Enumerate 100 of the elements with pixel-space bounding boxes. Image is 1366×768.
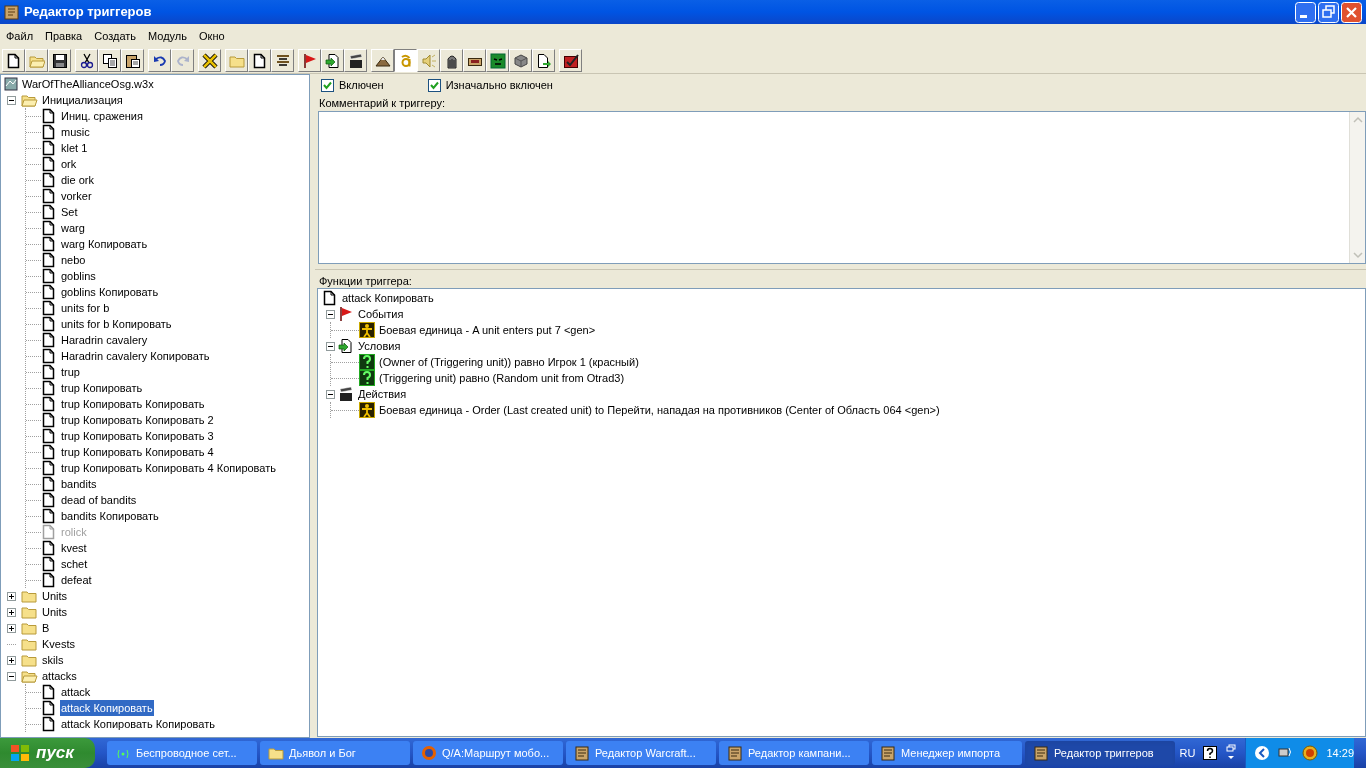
- trigger-label[interactable]: trup Копировать Копировать 2: [60, 411, 215, 429]
- monster-face-button[interactable]: [486, 49, 509, 72]
- checkbox[interactable]: [427, 78, 441, 92]
- menu-item[interactable]: Модуль: [142, 27, 194, 45]
- trigger-label[interactable]: kvest: [60, 539, 88, 557]
- checkbox-label[interactable]: Изначально включен: [445, 76, 553, 94]
- letter-a-button[interactable]: [394, 49, 417, 72]
- expand-icon[interactable]: [6, 623, 16, 633]
- help-icon[interactable]: [1203, 746, 1218, 760]
- restore-windows-icon[interactable]: [1225, 744, 1238, 762]
- taskbar-button[interactable]: Редактор Warcraft...: [566, 741, 716, 765]
- trigger-label[interactable]: nebo: [60, 251, 87, 269]
- x-button[interactable]: [198, 49, 221, 72]
- armor-button[interactable]: [440, 49, 463, 72]
- expand-icon[interactable]: [6, 591, 16, 601]
- paste-button[interactable]: [121, 49, 144, 72]
- undo-button[interactable]: [148, 49, 171, 72]
- chest-button[interactable]: [463, 49, 486, 72]
- mountain-button[interactable]: [371, 49, 394, 72]
- document-button[interactable]: [248, 49, 271, 72]
- folder-label[interactable]: Инициализация: [41, 91, 124, 109]
- taskbar-button[interactable]: Q/A:Маршрут мобо...: [413, 741, 563, 765]
- section-label[interactable]: Действия: [358, 385, 407, 403]
- flag-button[interactable]: [298, 49, 321, 72]
- trigger-label[interactable]: goblins: [60, 267, 97, 285]
- trigger-label[interactable]: trup Копировать Копировать 3: [60, 427, 215, 445]
- trigger-label[interactable]: attack: [60, 683, 92, 701]
- checkbox-label[interactable]: Включен: [339, 76, 384, 94]
- trigger-label[interactable]: defeat: [60, 571, 93, 589]
- minimize-button[interactable]: [1295, 1, 1316, 23]
- trigger-label[interactable]: schet: [60, 555, 89, 573]
- folder-label[interactable]: Units: [41, 603, 69, 621]
- trigger-label[interactable]: music: [60, 123, 91, 141]
- trigger-label[interactable]: attack Копировать Копировать: [60, 715, 216, 733]
- trigger-label[interactable]: Haradrin cavalery: [60, 331, 149, 349]
- cube-button[interactable]: [509, 49, 532, 72]
- function-item[interactable]: Боевая единица - Order (Last created unit) to Перейти, нападая на противников (Center of Область 064 <gen>): [379, 401, 940, 419]
- start-button[interactable]: пуск: [0, 738, 95, 768]
- trigger-label[interactable]: attack Копировать: [60, 699, 154, 717]
- restore-button[interactable]: [1318, 1, 1339, 23]
- folder-label[interactable]: skils: [41, 651, 65, 669]
- folder-button[interactable]: [225, 49, 248, 72]
- scrollbar[interactable]: [1349, 112, 1365, 263]
- trigger-label[interactable]: trup: [60, 363, 81, 381]
- trigger-label[interactable]: trup Копировать Копировать 4 Копировать: [60, 459, 277, 477]
- function-title[interactable]: attack Копировать: [342, 289, 434, 307]
- text-lines-button[interactable]: [271, 49, 294, 72]
- trigger-label[interactable]: Set: [60, 203, 79, 221]
- collapse-icon[interactable]: [6, 671, 16, 681]
- taskbar-button[interactable]: Менеджер импорта: [872, 741, 1022, 765]
- expand-icon[interactable]: [6, 655, 16, 665]
- section-label[interactable]: События: [358, 305, 404, 323]
- taskbar-button[interactable]: Редактор кампани...: [719, 741, 869, 765]
- trigger-label[interactable]: klet 1: [60, 139, 89, 157]
- verify-button[interactable]: [559, 49, 582, 72]
- collapse-icon[interactable]: [325, 341, 335, 351]
- trigger-label[interactable]: dead of bandits: [60, 491, 138, 509]
- trigger-label[interactable]: goblins Копировать: [60, 283, 160, 301]
- taskbar-button[interactable]: Редактор триггеров: [1025, 741, 1175, 765]
- chevron-left-icon[interactable]: [1254, 745, 1271, 761]
- taskbar-button[interactable]: Дьявол и Бог: [260, 741, 410, 765]
- import-button[interactable]: [532, 49, 555, 72]
- clapperboard-button[interactable]: [344, 49, 367, 72]
- checkbox[interactable]: [321, 78, 334, 92]
- folder-label[interactable]: attacks: [41, 667, 78, 685]
- trigger-label[interactable]: trup Копировать: [60, 379, 144, 397]
- section-label[interactable]: Условия: [358, 337, 401, 355]
- trigger-label[interactable]: units for b: [60, 299, 111, 317]
- close-button[interactable]: [1341, 1, 1362, 23]
- trigger-label[interactable]: warg Копировать: [60, 235, 149, 253]
- copy-button[interactable]: [98, 49, 121, 72]
- trigger-label[interactable]: vorker: [60, 187, 93, 205]
- trigger-label[interactable]: trup Копировать Копировать: [60, 395, 206, 413]
- function-item[interactable]: (Owner of (Triggering unit)) равно Игрок 1 (красный): [379, 353, 639, 371]
- trigger-label[interactable]: ork: [60, 155, 78, 173]
- new-document-button[interactable]: [2, 49, 25, 72]
- trigger-label[interactable]: Иниц. сражения: [60, 107, 144, 125]
- folder-label[interactable]: B: [41, 619, 51, 637]
- open-folder-button[interactable]: [25, 49, 48, 72]
- menu-item[interactable]: Окно: [193, 27, 231, 45]
- trigger-label[interactable]: Haradrin cavalery Копировать: [60, 347, 211, 365]
- menu-item[interactable]: Файл: [0, 27, 40, 45]
- trigger-label[interactable]: warg: [60, 219, 86, 237]
- function-item[interactable]: (Triggering unit) равно (Random unit from Otrad3): [379, 369, 625, 387]
- document-arrow-button[interactable]: [321, 49, 344, 72]
- folder-label[interactable]: Units: [41, 587, 69, 605]
- trigger-label[interactable]: units for b Копировать: [60, 315, 173, 333]
- trigger-label[interactable]: trup Копировать Копировать 4: [60, 443, 215, 461]
- language-indicator[interactable]: RU: [1179, 744, 1196, 762]
- comment-field[interactable]: [318, 111, 1366, 264]
- menu-item[interactable]: Создать: [88, 27, 143, 45]
- save-button[interactable]: [48, 49, 71, 72]
- function-item[interactable]: Боевая единица - A unit enters put 7 <gen>: [379, 321, 596, 339]
- trigger-label[interactable]: bandits Копировать: [60, 507, 160, 525]
- menu-item[interactable]: Правка: [39, 27, 89, 45]
- taskbar-button[interactable]: Беспроводное сет...: [107, 741, 257, 765]
- folder-label[interactable]: Kvests: [41, 635, 76, 653]
- trigger-label[interactable]: die ork: [60, 171, 96, 189]
- tree-root-label[interactable]: WarOfTheAllianceOsg.w3x: [22, 75, 154, 93]
- expand-icon[interactable]: [6, 607, 16, 617]
